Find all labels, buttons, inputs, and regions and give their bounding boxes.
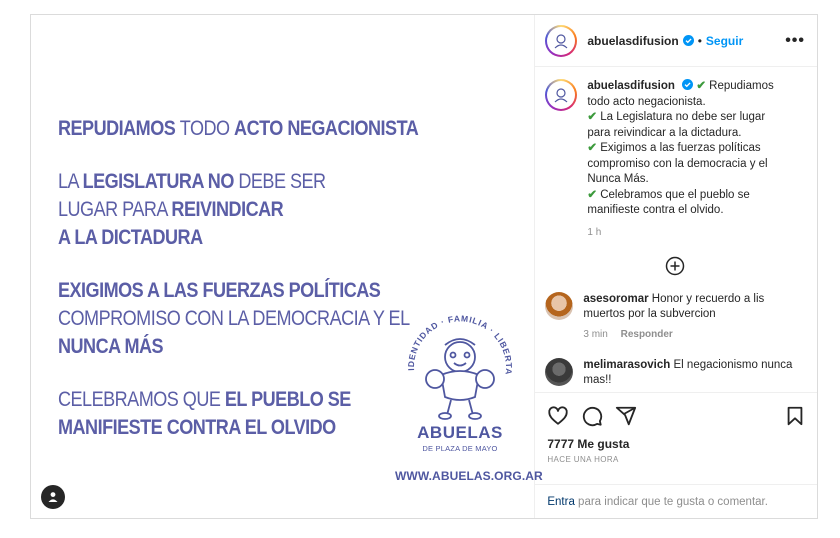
poster-line: CELEBRAMOS QUE EL PUEBLO SE <box>58 386 368 414</box>
comment-time: 3 min <box>583 328 608 340</box>
poster-bold-text: REIVINDICAR <box>171 198 284 221</box>
follow-button[interactable]: Seguir <box>706 34 743 48</box>
caption-item: Exigimos a las fuerzas políticas comprom… <box>587 142 768 185</box>
post-sidebar: abuelasdifusion • Seguir ••• abuelasdifu… <box>535 15 817 518</box>
like-count[interactable]: 7777 Me gusta <box>547 437 805 451</box>
caption-item: La Legislatura no debe ser lugar para re… <box>587 111 766 139</box>
comment-text: asesoromar Honor y recuerdo a lis muerto… <box>583 292 803 323</box>
comments-list[interactable]: abuelasdifusion ✔ Repudiamos todo acto n… <box>535 67 817 392</box>
tagged-users-button[interactable] <box>41 485 65 509</box>
abuelas-avatar-icon <box>554 88 568 103</box>
bookmark-icon[interactable] <box>785 405 805 427</box>
poster-line: MANIFIESTE CONTRA EL OLVIDO <box>58 414 368 442</box>
caption-item: Celebramos que el pueblo se manifieste c… <box>587 188 750 217</box>
poster-line: NUNCA MÁS <box>58 333 368 361</box>
abuelas-avatar-icon <box>554 33 568 48</box>
comment-text: melimarasovich El negacionismo nunca mas… <box>583 358 803 389</box>
poster-bold-text: REPUDIAMOS <box>58 117 180 140</box>
comment-avatar[interactable] <box>545 357 574 386</box>
caption-time: 1 h <box>587 226 602 238</box>
poster-bold-text: A LA DICTADURA <box>58 226 203 249</box>
comment-avatar[interactable] <box>545 291 574 320</box>
reply-button[interactable]: Responder <box>621 329 673 340</box>
poster-text: REPUDIAMOS TODO ACTO NEGACIONISTA LA LEGI… <box>58 115 419 467</box>
add-comment-text: para indicar que te gusta o comentar. <box>574 495 768 508</box>
poster-block: LA LEGISLATURA NO DEBE SER LUGAR PARA REI… <box>58 168 368 252</box>
poster-bold-text: EXIGIMOS A LAS FUERZAS POLÍTICAS <box>58 279 381 302</box>
logo-website: WWW.ABUELAS.ORG.AR <box>395 469 543 483</box>
header-username[interactable]: abuelasdifusion <box>587 34 678 48</box>
instagram-post: REPUDIAMOS TODO ACTO NEGACIONISTA LA LEGI… <box>30 14 818 519</box>
logo-subtitle: DE PLAZA DE MAYO <box>422 444 498 453</box>
action-bar: 7777 Me gusta HACE UNA HORA <box>535 392 817 484</box>
caption: abuelasdifusion ✔ Repudiamos todo acto n… <box>545 79 805 238</box>
poster-block: EXIGIMOS A LAS FUERZAS POLÍTICAS COMPROMI… <box>58 277 410 361</box>
poster-regular-text: COMPROMISO CON LA DEMOCRACIA Y EL <box>58 307 410 330</box>
heart-icon[interactable] <box>547 405 569 427</box>
check-icon: ✔ <box>696 80 706 92</box>
caption-username[interactable]: abuelasdifusion <box>587 80 675 92</box>
verified-badge-icon <box>682 35 694 46</box>
poster-regular-text: LA <box>58 170 83 193</box>
logo-name: ABUELAS <box>417 423 503 442</box>
poster-block: REPUDIAMOS TODO ACTO NEGACIONISTA <box>58 115 419 143</box>
load-more-comments-button[interactable] <box>545 256 805 276</box>
poster-line: A LA DICTADURA <box>58 224 368 252</box>
poster-bold-text: MANIFIESTE CONTRA EL OLVIDO <box>58 416 336 439</box>
poster-bold-text: LEGISLATURA NO <box>82 170 239 193</box>
comment: asesoromar Honor y recuerdo a lis muerto… <box>545 291 805 340</box>
post-image[interactable]: REPUDIAMOS TODO ACTO NEGACIONISTA LA LEGI… <box>31 15 543 518</box>
check-icon: ✔ <box>587 111 597 123</box>
share-icon[interactable] <box>615 405 637 427</box>
post-header: abuelasdifusion • Seguir ••• <box>535 15 817 67</box>
verified-badge-icon <box>682 79 694 90</box>
avatar[interactable] <box>545 24 578 57</box>
poster-regular-text: CELEBRAMOS QUE <box>58 388 225 411</box>
poster-bold-text: NUNCA MÁS <box>58 335 164 358</box>
poster-regular-text: DEBE SER <box>238 170 326 193</box>
post-timestamp: HACE UNA HORA <box>547 455 619 464</box>
comment-meta: 3 min Responder <box>583 329 803 340</box>
abuelas-logo: IDENTIDAD · FAMILIA · LIBERTAD <box>395 305 543 483</box>
comment-icon[interactable] <box>581 405 603 427</box>
action-icons <box>547 401 805 431</box>
poster-line: EXIGIMOS A LAS FUERZAS POLÍTICAS <box>58 277 381 305</box>
poster-line: COMPROMISO CON LA DEMOCRACIA Y EL <box>58 305 410 333</box>
poster-block: CELEBRAMOS QUE EL PUEBLO SE MANIFIESTE CO… <box>58 386 368 442</box>
poster-regular-text: LUGAR PARA <box>58 198 172 221</box>
check-icon: ✔ <box>587 142 597 154</box>
separator-dot: • <box>697 33 702 48</box>
poster-line: LUGAR PARA REIVINDICAR <box>58 196 368 224</box>
person-icon <box>48 492 58 502</box>
caption-text: abuelasdifusion ✔ Repudiamos todo acto n… <box>587 79 787 219</box>
add-comment-bar: Entra para indicar que te gusta o coment… <box>535 484 817 518</box>
poster-regular-text: TODO <box>179 117 235 140</box>
poster-line: LA LEGISLATURA NO DEBE SER <box>58 168 368 196</box>
caption-avatar[interactable] <box>545 79 578 111</box>
comment: melimarasovich El negacionismo nunca mas… <box>545 357 805 389</box>
comment-username[interactable]: melimarasovich <box>583 359 670 371</box>
plus-circle-icon <box>665 256 685 275</box>
check-icon: ✔ <box>587 188 597 201</box>
more-options-button[interactable]: ••• <box>785 32 805 50</box>
poster-line: REPUDIAMOS TODO ACTO NEGACIONISTA <box>58 115 419 143</box>
poster-bold-text: EL PUEBLO SE <box>224 388 351 411</box>
login-link[interactable]: Entra <box>547 496 575 508</box>
comment-username[interactable]: asesoromar <box>583 293 648 305</box>
poster-bold-text: ACTO NEGACIONISTA <box>234 117 419 140</box>
abuelas-emblem-icon: IDENTIDAD · FAMILIA · LIBERTAD <box>401 305 513 420</box>
